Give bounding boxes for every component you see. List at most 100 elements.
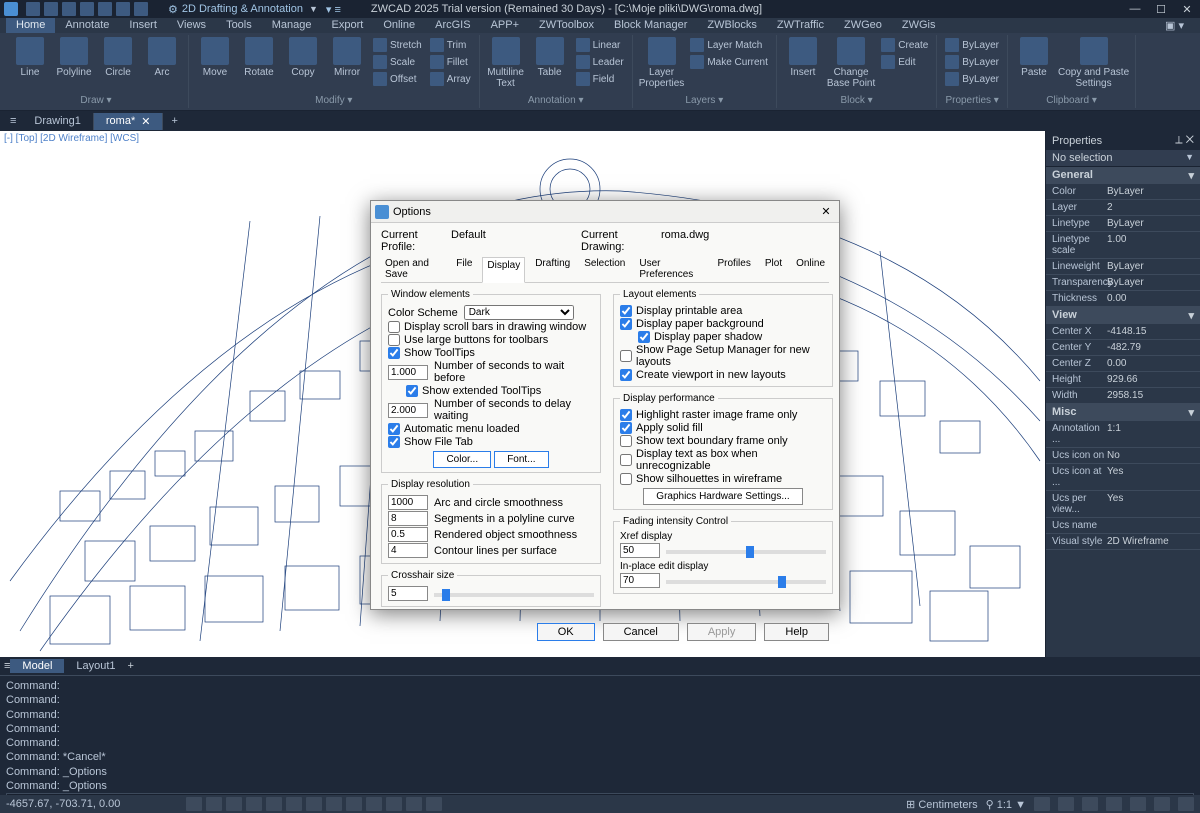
snap-icon[interactable]	[206, 797, 222, 811]
s1-icon[interactable]	[386, 797, 402, 811]
ribbon-tab-arcgis[interactable]: ArcGIS	[425, 18, 480, 33]
ribbon-make-current[interactable]: Make Current	[688, 54, 770, 70]
text-boundary-checkbox[interactable]: Show text boundary frame only	[620, 435, 826, 447]
qat-undo-icon[interactable]	[116, 2, 130, 16]
ribbon-paste[interactable]: Paste	[1014, 37, 1054, 78]
ribbon-change-base-point[interactable]: ChangeBase Point	[827, 37, 875, 89]
xref-fade-input[interactable]	[620, 543, 660, 558]
ribbon-arc[interactable]: Arc	[142, 37, 182, 78]
scroll-bars-checkbox[interactable]: Display scroll bars in drawing window	[388, 321, 594, 333]
rendered-smoothness-input[interactable]	[388, 527, 428, 542]
command-window[interactable]: Command:Command:Command:Command:Command:…	[0, 675, 1200, 795]
options-tab-user-preferences[interactable]: User Preferences	[635, 256, 707, 282]
layout-tab-layout1[interactable]: Layout1	[64, 659, 127, 673]
ribbon-copy-and-paste-settings[interactable]: Copy and PasteSettings	[1058, 37, 1129, 89]
sr5-icon[interactable]	[1130, 797, 1146, 811]
ribbon-tab-zwgeo[interactable]: ZWGeo	[834, 18, 892, 33]
close-button[interactable]: ✕	[1178, 3, 1196, 16]
props-row[interactable]: TransparencyByLayer	[1046, 275, 1200, 291]
ext-tooltips-checkbox[interactable]: Show extended ToolTips	[406, 385, 594, 397]
ribbon-rotate[interactable]: Rotate	[239, 37, 279, 78]
options-tab-profiles[interactable]: Profiles	[714, 256, 755, 282]
crosshair-size-input[interactable]	[388, 586, 428, 601]
silhouettes-checkbox[interactable]: Show silhouettes in wireframe	[620, 473, 826, 485]
options-tab-drafting[interactable]: Drafting	[531, 256, 574, 282]
workspace-selector[interactable]: ⚙ 2D Drafting & Annotation ▼ ▾ ≡	[168, 3, 341, 16]
ribbon-tab-home[interactable]: Home	[6, 18, 55, 33]
arc-smoothness-input[interactable]	[388, 495, 428, 510]
paper-shadow-checkbox[interactable]: Display paper shadow	[638, 331, 826, 343]
props-row[interactable]: Annotation ...1:1	[1046, 421, 1200, 448]
props-row[interactable]: LinetypeByLayer	[1046, 216, 1200, 232]
props-row[interactable]: Visual style2D Wireframe	[1046, 534, 1200, 550]
ribbon-tab-export[interactable]: Export	[322, 18, 374, 33]
sr4-icon[interactable]	[1106, 797, 1122, 811]
sr1-icon[interactable]	[1034, 797, 1050, 811]
panel-pin-icon[interactable]: ⟂ ✕	[1175, 134, 1194, 147]
solid-fill-checkbox[interactable]: Apply solid fill	[620, 422, 826, 434]
options-tab-file[interactable]: File	[452, 256, 476, 282]
ribbon-tab-views[interactable]: Views	[167, 18, 216, 33]
dyn-icon[interactable]	[326, 797, 342, 811]
ext-tooltip-delay-input[interactable]	[388, 403, 428, 418]
otrack-icon[interactable]	[286, 797, 302, 811]
ribbon-mirror[interactable]: Mirror	[327, 37, 367, 78]
s3-icon[interactable]	[426, 797, 442, 811]
contour-lines-input[interactable]	[388, 543, 428, 558]
raster-frame-checkbox[interactable]: Highlight raster image frame only	[620, 409, 826, 421]
ribbon-tab-zwtraffic[interactable]: ZWTraffic	[767, 18, 834, 33]
sr3-icon[interactable]	[1082, 797, 1098, 811]
new-layout-button[interactable]: +	[128, 660, 134, 672]
osnap-icon[interactable]	[266, 797, 282, 811]
ribbon-leader[interactable]: Leader	[574, 54, 626, 70]
hamburger-icon[interactable]: ≡	[4, 115, 22, 127]
ribbon-edit[interactable]: Edit	[879, 54, 930, 70]
ribbon-circle[interactable]: Circle	[98, 37, 138, 78]
layout-tab-model[interactable]: Model	[10, 659, 64, 673]
ribbon-tab-online[interactable]: Online	[373, 18, 425, 33]
options-tab-open-and-save[interactable]: Open and Save	[381, 256, 446, 282]
graphics-settings-button[interactable]: Graphics Hardware Settings...	[643, 488, 802, 505]
polar-icon[interactable]	[246, 797, 262, 811]
ribbon-tab-insert[interactable]: Insert	[119, 18, 167, 33]
props-row[interactable]: Linetype scale1.00	[1046, 232, 1200, 259]
color-button[interactable]: Color...	[433, 451, 491, 468]
ribbon-tab-zwgis[interactable]: ZWGis	[892, 18, 946, 33]
qat-saveas-icon[interactable]	[80, 2, 94, 16]
tooltip-delay-input[interactable]	[388, 365, 428, 380]
qat-redo-icon[interactable]	[134, 2, 148, 16]
new-tab-button[interactable]: +	[163, 115, 185, 127]
apply-button[interactable]: Apply	[687, 623, 757, 641]
paper-bg-checkbox[interactable]: Display paper background	[620, 318, 826, 330]
ribbon-stretch[interactable]: Stretch	[371, 37, 424, 53]
coordinates-display[interactable]: -4657.67, -703.71, 0.00	[6, 798, 166, 810]
printable-area-checkbox[interactable]: Display printable area	[620, 305, 826, 317]
ribbon-field[interactable]: Field	[574, 71, 626, 87]
props-row[interactable]: ColorByLayer	[1046, 184, 1200, 200]
ribbon-bylayer[interactable]: ByLayer	[943, 71, 1001, 87]
cycle-icon[interactable]	[346, 797, 362, 811]
text-box-checkbox[interactable]: Display text as box when unrecognizable	[620, 448, 826, 472]
qat-save-icon[interactable]	[62, 2, 76, 16]
props-row[interactable]: Layer2	[1046, 200, 1200, 216]
crosshair-slider[interactable]	[434, 593, 594, 597]
ribbon-insert[interactable]: Insert	[783, 37, 823, 78]
props-row[interactable]: Width2958.15	[1046, 388, 1200, 404]
ribbon-scale[interactable]: Scale	[371, 54, 424, 70]
props-row[interactable]: Center Z0.00	[1046, 356, 1200, 372]
units-display[interactable]: ⊞ Centimeters	[906, 798, 978, 811]
props-row[interactable]: Height929.66	[1046, 372, 1200, 388]
ribbon-tab-zwblocks[interactable]: ZWBlocks	[697, 18, 767, 33]
ribbon-layer-properties[interactable]: LayerProperties	[639, 37, 685, 89]
props-row[interactable]: Thickness0.00	[1046, 291, 1200, 307]
file-tab-checkbox[interactable]: Show File Tab	[388, 436, 594, 448]
color-scheme-select[interactable]: Dark	[464, 305, 574, 320]
polyline-segments-input[interactable]	[388, 511, 428, 526]
options-tab-display[interactable]: Display	[482, 257, 525, 283]
create-viewport-checkbox[interactable]: Create viewport in new layouts	[620, 369, 826, 381]
model-icon[interactable]	[366, 797, 382, 811]
ribbon-array[interactable]: Array	[428, 71, 473, 87]
ok-button[interactable]: OK	[537, 623, 595, 641]
font-button[interactable]: Font...	[494, 451, 548, 468]
options-tab-plot[interactable]: Plot	[761, 256, 786, 282]
